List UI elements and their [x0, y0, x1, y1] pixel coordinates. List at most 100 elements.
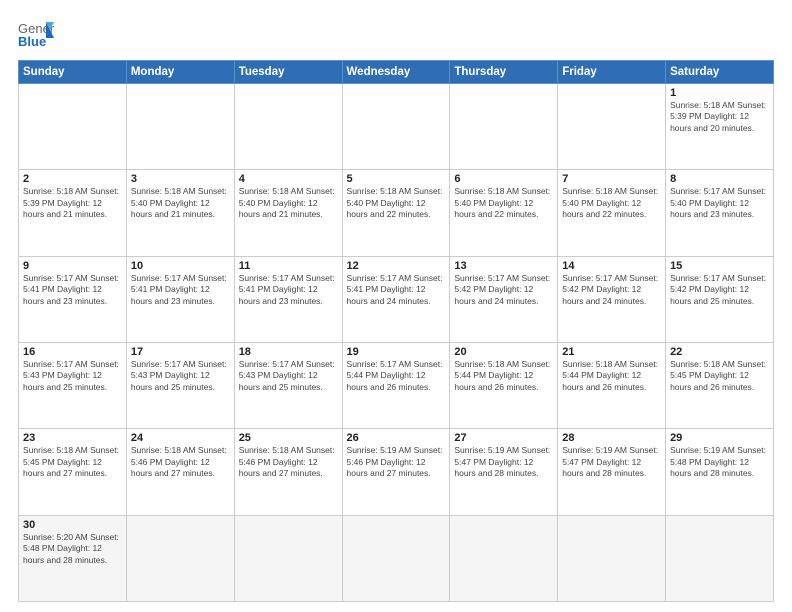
day-number: 4 [239, 173, 338, 185]
weekday-header-saturday: Saturday [666, 61, 774, 84]
day-number: 5 [347, 173, 446, 185]
day-number: 9 [23, 260, 122, 272]
calendar-cell: 10Sunrise: 5:17 AM Sunset: 5:41 PM Dayli… [126, 256, 234, 342]
day-info: Sunrise: 5:18 AM Sunset: 5:40 PM Dayligh… [454, 186, 553, 220]
day-info: Sunrise: 5:17 AM Sunset: 5:43 PM Dayligh… [23, 359, 122, 393]
day-number: 3 [131, 173, 230, 185]
day-info: Sunrise: 5:18 AM Sunset: 5:40 PM Dayligh… [239, 186, 338, 220]
day-info: Sunrise: 5:18 AM Sunset: 5:40 PM Dayligh… [347, 186, 446, 220]
week-row-5: 30Sunrise: 5:20 AM Sunset: 5:48 PM Dayli… [19, 515, 774, 601]
weekday-header-thursday: Thursday [450, 61, 558, 84]
calendar-cell: 2Sunrise: 5:18 AM Sunset: 5:39 PM Daylig… [19, 170, 127, 256]
day-info: Sunrise: 5:17 AM Sunset: 5:42 PM Dayligh… [670, 273, 769, 307]
calendar: SundayMondayTuesdayWednesdayThursdayFrid… [18, 60, 774, 602]
calendar-cell [234, 84, 342, 170]
weekday-header-wednesday: Wednesday [342, 61, 450, 84]
day-number: 17 [131, 346, 230, 358]
calendar-cell [558, 84, 666, 170]
day-info: Sunrise: 5:18 AM Sunset: 5:45 PM Dayligh… [23, 445, 122, 479]
day-number: 6 [454, 173, 553, 185]
calendar-cell [126, 515, 234, 601]
calendar-cell: 9Sunrise: 5:17 AM Sunset: 5:41 PM Daylig… [19, 256, 127, 342]
day-number: 10 [131, 260, 230, 272]
week-row-3: 16Sunrise: 5:17 AM Sunset: 5:43 PM Dayli… [19, 342, 774, 428]
weekday-header-monday: Monday [126, 61, 234, 84]
day-info: Sunrise: 5:17 AM Sunset: 5:41 PM Dayligh… [347, 273, 446, 307]
day-info: Sunrise: 5:18 AM Sunset: 5:39 PM Dayligh… [670, 100, 769, 134]
day-info: Sunrise: 5:17 AM Sunset: 5:41 PM Dayligh… [239, 273, 338, 307]
calendar-cell: 28Sunrise: 5:19 AM Sunset: 5:47 PM Dayli… [558, 429, 666, 515]
calendar-cell: 25Sunrise: 5:18 AM Sunset: 5:46 PM Dayli… [234, 429, 342, 515]
logo-icon: General Blue [18, 18, 54, 54]
day-info: Sunrise: 5:19 AM Sunset: 5:46 PM Dayligh… [347, 445, 446, 479]
calendar-cell: 15Sunrise: 5:17 AM Sunset: 5:42 PM Dayli… [666, 256, 774, 342]
header: General Blue [18, 18, 774, 54]
day-info: Sunrise: 5:18 AM Sunset: 5:45 PM Dayligh… [670, 359, 769, 393]
calendar-cell [342, 84, 450, 170]
day-number: 19 [347, 346, 446, 358]
day-number: 14 [562, 260, 661, 272]
page: General Blue SundayMondayTuesdayWednesda… [0, 0, 792, 612]
day-number: 21 [562, 346, 661, 358]
day-info: Sunrise: 5:17 AM Sunset: 5:44 PM Dayligh… [347, 359, 446, 393]
day-number: 22 [670, 346, 769, 358]
day-info: Sunrise: 5:18 AM Sunset: 5:40 PM Dayligh… [562, 186, 661, 220]
calendar-cell: 29Sunrise: 5:19 AM Sunset: 5:48 PM Dayli… [666, 429, 774, 515]
day-number: 16 [23, 346, 122, 358]
day-number: 12 [347, 260, 446, 272]
day-info: Sunrise: 5:18 AM Sunset: 5:46 PM Dayligh… [131, 445, 230, 479]
day-info: Sunrise: 5:17 AM Sunset: 5:40 PM Dayligh… [670, 186, 769, 220]
calendar-cell: 4Sunrise: 5:18 AM Sunset: 5:40 PM Daylig… [234, 170, 342, 256]
week-row-1: 2Sunrise: 5:18 AM Sunset: 5:39 PM Daylig… [19, 170, 774, 256]
day-number: 27 [454, 432, 553, 444]
calendar-cell: 19Sunrise: 5:17 AM Sunset: 5:44 PM Dayli… [342, 342, 450, 428]
weekday-header-tuesday: Tuesday [234, 61, 342, 84]
day-number: 24 [131, 432, 230, 444]
calendar-cell: 5Sunrise: 5:18 AM Sunset: 5:40 PM Daylig… [342, 170, 450, 256]
day-number: 8 [670, 173, 769, 185]
day-info: Sunrise: 5:18 AM Sunset: 5:40 PM Dayligh… [131, 186, 230, 220]
calendar-cell: 21Sunrise: 5:18 AM Sunset: 5:44 PM Dayli… [558, 342, 666, 428]
calendar-cell: 16Sunrise: 5:17 AM Sunset: 5:43 PM Dayli… [19, 342, 127, 428]
calendar-cell: 6Sunrise: 5:18 AM Sunset: 5:40 PM Daylig… [450, 170, 558, 256]
calendar-cell: 17Sunrise: 5:17 AM Sunset: 5:43 PM Dayli… [126, 342, 234, 428]
day-number: 11 [239, 260, 338, 272]
day-number: 18 [239, 346, 338, 358]
calendar-cell: 12Sunrise: 5:17 AM Sunset: 5:41 PM Dayli… [342, 256, 450, 342]
day-number: 23 [23, 432, 122, 444]
calendar-cell [126, 84, 234, 170]
calendar-cell: 30Sunrise: 5:20 AM Sunset: 5:48 PM Dayli… [19, 515, 127, 601]
svg-text:Blue: Blue [18, 34, 46, 49]
calendar-cell: 22Sunrise: 5:18 AM Sunset: 5:45 PM Dayli… [666, 342, 774, 428]
day-info: Sunrise: 5:18 AM Sunset: 5:44 PM Dayligh… [562, 359, 661, 393]
weekday-header-sunday: Sunday [19, 61, 127, 84]
calendar-cell: 23Sunrise: 5:18 AM Sunset: 5:45 PM Dayli… [19, 429, 127, 515]
day-number: 26 [347, 432, 446, 444]
calendar-cell [450, 515, 558, 601]
day-info: Sunrise: 5:20 AM Sunset: 5:48 PM Dayligh… [23, 532, 122, 566]
calendar-cell [666, 515, 774, 601]
day-number: 28 [562, 432, 661, 444]
day-number: 25 [239, 432, 338, 444]
day-info: Sunrise: 5:19 AM Sunset: 5:47 PM Dayligh… [454, 445, 553, 479]
day-info: Sunrise: 5:17 AM Sunset: 5:43 PM Dayligh… [239, 359, 338, 393]
calendar-cell: 14Sunrise: 5:17 AM Sunset: 5:42 PM Dayli… [558, 256, 666, 342]
calendar-cell: 18Sunrise: 5:17 AM Sunset: 5:43 PM Dayli… [234, 342, 342, 428]
day-info: Sunrise: 5:17 AM Sunset: 5:42 PM Dayligh… [562, 273, 661, 307]
day-info: Sunrise: 5:19 AM Sunset: 5:48 PM Dayligh… [670, 445, 769, 479]
day-number: 13 [454, 260, 553, 272]
calendar-cell [342, 515, 450, 601]
calendar-cell: 27Sunrise: 5:19 AM Sunset: 5:47 PM Dayli… [450, 429, 558, 515]
day-info: Sunrise: 5:17 AM Sunset: 5:41 PM Dayligh… [23, 273, 122, 307]
calendar-cell: 13Sunrise: 5:17 AM Sunset: 5:42 PM Dayli… [450, 256, 558, 342]
day-number: 1 [670, 87, 769, 99]
day-number: 30 [23, 519, 122, 531]
calendar-cell: 24Sunrise: 5:18 AM Sunset: 5:46 PM Dayli… [126, 429, 234, 515]
day-info: Sunrise: 5:17 AM Sunset: 5:42 PM Dayligh… [454, 273, 553, 307]
calendar-cell [19, 84, 127, 170]
weekday-header-friday: Friday [558, 61, 666, 84]
calendar-cell: 11Sunrise: 5:17 AM Sunset: 5:41 PM Dayli… [234, 256, 342, 342]
day-number: 2 [23, 173, 122, 185]
calendar-cell: 1Sunrise: 5:18 AM Sunset: 5:39 PM Daylig… [666, 84, 774, 170]
day-info: Sunrise: 5:18 AM Sunset: 5:46 PM Dayligh… [239, 445, 338, 479]
